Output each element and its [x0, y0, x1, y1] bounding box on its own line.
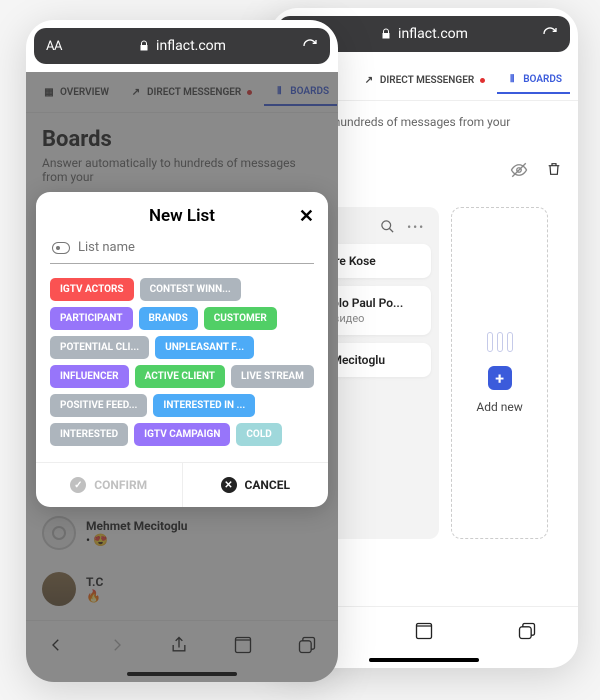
add-column[interactable]: + Add new: [451, 207, 548, 539]
plus-icon: +: [488, 366, 512, 390]
boards-icon: ⦀: [505, 72, 519, 86]
phone-front: AA inflact.com ▦ OVERVIEW ↗ DIRECT MESSE…: [26, 20, 338, 682]
tag-contest-winn-[interactable]: CONTEST WINN...: [140, 278, 241, 301]
check-icon: ✓: [70, 477, 86, 493]
add-new-label: Add new: [476, 400, 522, 414]
columns-icon: [487, 332, 513, 352]
tag-positive-feed-[interactable]: POSITIVE FEED...: [50, 394, 147, 417]
tabs-icon[interactable]: [517, 621, 537, 641]
list-name-input[interactable]: [78, 240, 312, 255]
reload-icon[interactable]: [302, 38, 318, 54]
tags-container: IGTV ACTORS CONTEST WINN... PARTICIPANT BRA…: [50, 278, 314, 446]
arrow-icon: ↗: [362, 73, 376, 87]
tag-interested[interactable]: INTERESTED: [50, 423, 128, 446]
modal-footer: ✓ CONFIRM ✕ CANCEL: [36, 462, 328, 507]
lock-icon: [380, 28, 392, 40]
tab-boards[interactable]: ⦀ BOARDS: [497, 66, 570, 94]
tag-cold[interactable]: COLD: [236, 423, 281, 446]
notification-dot-icon: [480, 78, 485, 83]
list-name-row: [50, 232, 314, 264]
tag-influencer[interactable]: INFLUENCER: [50, 365, 129, 388]
tag-active-client[interactable]: ACTIVE CLIENT: [135, 365, 225, 388]
bookmarks-icon[interactable]: [413, 621, 435, 641]
tag-interested-in-[interactable]: INTERESTED IN ...: [153, 394, 255, 417]
home-indicator: [369, 658, 479, 662]
tag-brands[interactable]: BRANDS: [139, 307, 198, 330]
tag-icon: [52, 242, 70, 254]
more-icon[interactable]: •••: [407, 220, 425, 234]
tag-customer[interactable]: CUSTOMER: [204, 307, 277, 330]
new-list-modal: New List ✕ IGTV ACTORS CONTEST WINN... PAR…: [36, 192, 328, 507]
url-bar[interactable]: AA inflact.com: [34, 28, 330, 64]
url-text: inflact.com: [156, 38, 226, 54]
trash-icon[interactable]: [546, 161, 562, 179]
lock-icon: [138, 40, 150, 52]
url-text: inflact.com: [398, 26, 468, 42]
tag-igtv-campaign[interactable]: IGTV CAMPAIGN: [134, 423, 230, 446]
x-icon: ✕: [221, 477, 237, 493]
tag-potential-cli-[interactable]: POTENTIAL CLI...: [50, 336, 149, 359]
cancel-button[interactable]: ✕ CANCEL: [183, 463, 329, 507]
text-size-icon[interactable]: AA: [46, 39, 62, 54]
tab-direct-messenger[interactable]: ↗ DIRECT MESSENGER: [354, 67, 493, 93]
modal-title: New List: [50, 206, 314, 226]
visibility-icon[interactable]: [510, 161, 528, 179]
close-icon[interactable]: ✕: [299, 206, 314, 227]
tag-live-stream[interactable]: LIVE STREAM: [231, 365, 314, 388]
confirm-button[interactable]: ✓ CONFIRM: [36, 463, 183, 507]
tag-participant[interactable]: PARTICIPANT: [50, 307, 133, 330]
tag-igtv-actors[interactable]: IGTV ACTORS: [50, 278, 134, 301]
reload-icon[interactable]: [542, 26, 558, 42]
search-icon[interactable]: [380, 219, 395, 234]
tag-unpleasant-f-[interactable]: UNPLEASANT F...: [155, 336, 254, 359]
